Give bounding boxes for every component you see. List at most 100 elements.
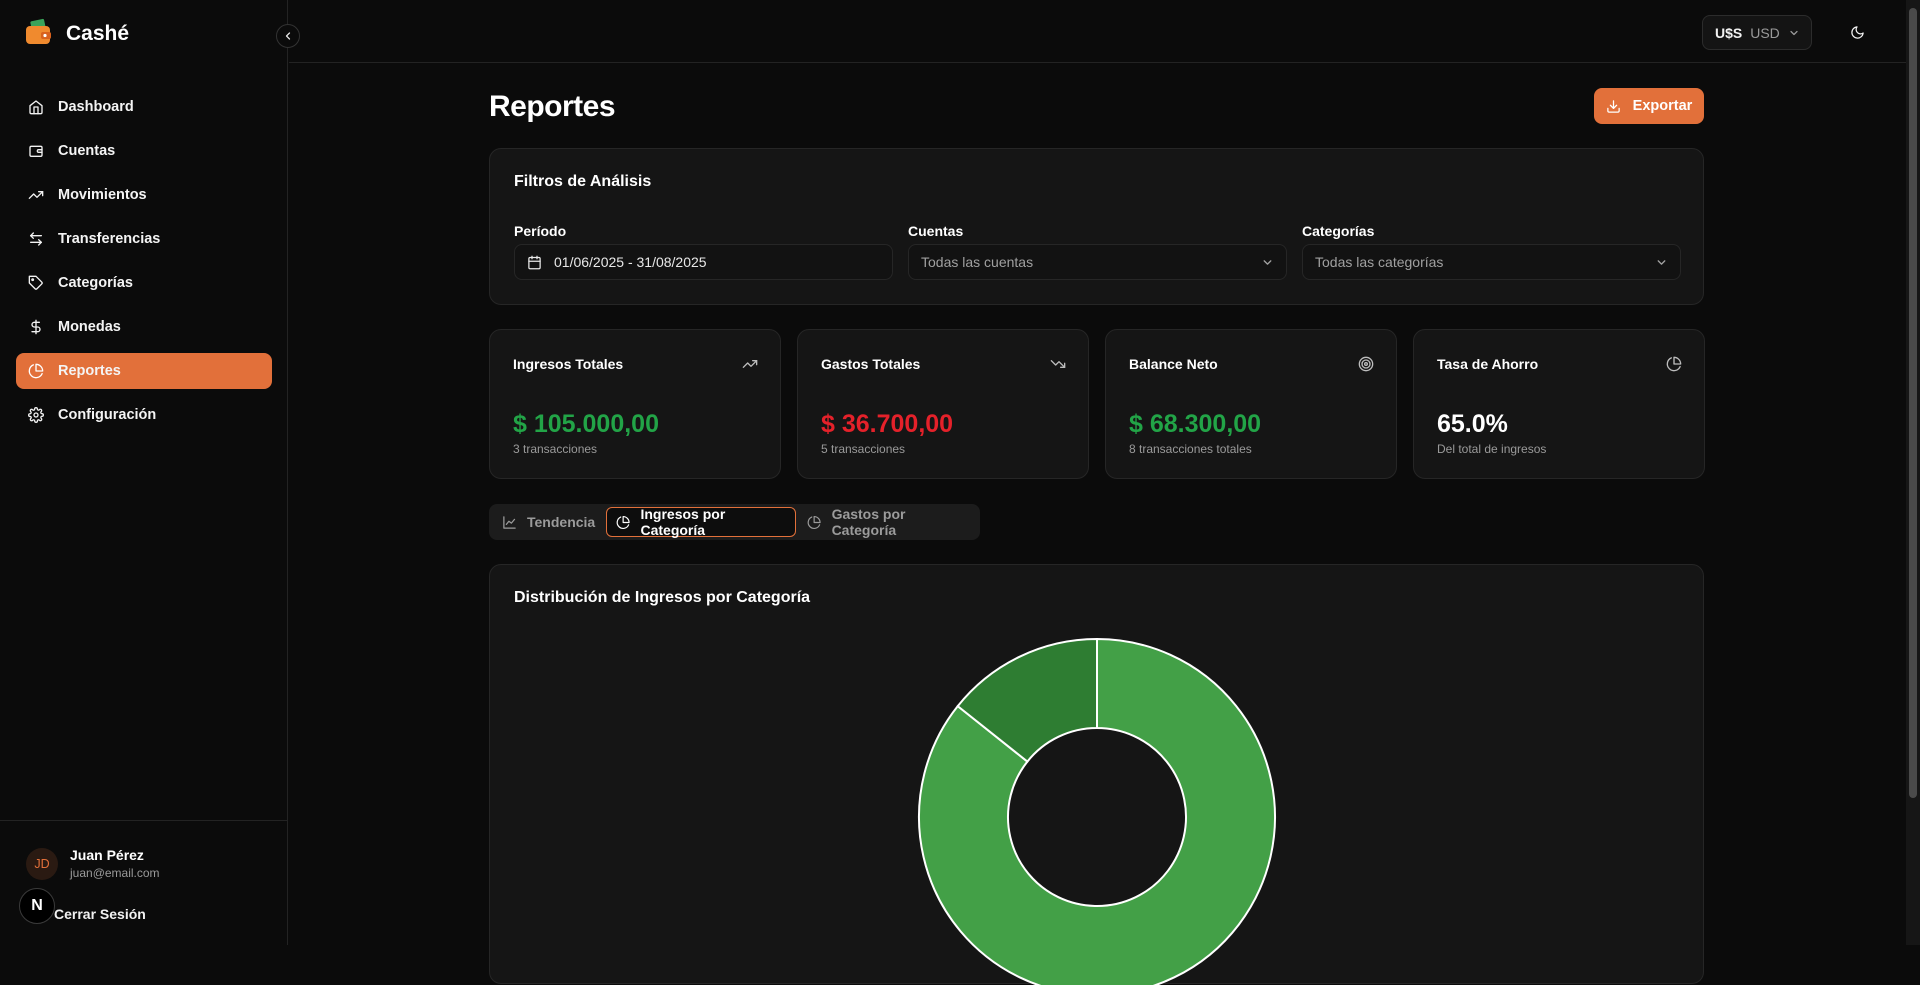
home-icon <box>29 100 43 115</box>
tab-label: Ingresos por Categoría <box>640 506 726 538</box>
user-name: Juan Pérez <box>70 847 144 863</box>
sidebar-footer: JD Juan Pérez juan@email.com Cerrar Sesi… <box>0 820 288 945</box>
sidebar-item-label: Cuentas <box>58 143 116 159</box>
line-chart-icon <box>503 515 516 529</box>
tab-label: Tendencia <box>527 514 596 530</box>
donut-chart <box>918 637 1276 985</box>
wallet-logo-icon <box>24 17 54 52</box>
accounts-label: Cuentas <box>908 223 964 239</box>
tab-label: Gastos por Categoría <box>831 506 906 538</box>
sidebar-nav: Dashboard Cuentas Movimientos Transferen… <box>16 89 272 441</box>
stat-value: 65.0% <box>1437 410 1508 438</box>
sidebar-item-label: Movimientos <box>58 187 147 203</box>
chevron-down-icon <box>1263 260 1272 265</box>
sidebar-item-transferencias[interactable]: Transferencias <box>16 221 272 257</box>
arrows-left-right-icon <box>30 232 42 246</box>
sidebar-item-label: Configuración <box>58 407 157 423</box>
categories-value: Todas las categorías <box>1315 254 1444 270</box>
scrollbar-thumb[interactable] <box>1909 8 1917 798</box>
trending-down-icon <box>1050 360 1066 368</box>
target-icon <box>1358 356 1374 372</box>
currency-selector[interactable]: U$S USD <box>1702 15 1812 50</box>
dev-tools-badge[interactable]: N <box>19 888 55 924</box>
sidebar-item-categorias[interactable]: Categorías <box>16 265 272 301</box>
stat-title: Ingresos Totales <box>513 356 624 372</box>
sidebar-item-label: Reportes <box>58 363 121 379</box>
accounts-filter: Cuentas Todas las cuentas <box>908 223 1287 280</box>
trending-up-icon <box>28 191 44 199</box>
period-filter: Período 01/06/2025 - 31/08/2025 <box>514 223 893 280</box>
categories-label: Categorías <box>1302 223 1375 239</box>
stat-card-savings-rate: Tasa de Ahorro 65.0% Del total de ingres… <box>1413 329 1705 479</box>
sidebar-item-label: Monedas <box>58 319 121 335</box>
accounts-select[interactable]: Todas las cuentas <box>908 244 1287 280</box>
sidebar-item-movimientos[interactable]: Movimientos <box>16 177 272 213</box>
pie-chart-icon <box>28 363 44 379</box>
dollar-icon <box>31 319 41 335</box>
sidebar-item-cuentas[interactable]: Cuentas <box>16 133 272 169</box>
categories-select[interactable]: Todas las categorías <box>1302 244 1681 280</box>
filters-card: Filtros de Análisis Período 01/06/2025 -… <box>489 148 1704 305</box>
sidebar-item-label: Transferencias <box>58 231 161 247</box>
collapse-sidebar-button[interactable] <box>276 24 300 48</box>
stat-title: Tasa de Ahorro <box>1437 356 1539 372</box>
stat-subtitle: Del total de ingresos <box>1437 442 1547 456</box>
report-tabs: Tendencia Ingresos por Categoría Gastos … <box>489 504 980 540</box>
sidebar-item-configuracion[interactable]: Configuración <box>16 397 272 433</box>
stat-subtitle: 5 transacciones <box>821 442 906 456</box>
date-range-value: 01/06/2025 - 31/08/2025 <box>554 254 707 270</box>
calendar-icon <box>528 255 541 269</box>
moon-icon <box>1850 25 1864 39</box>
brand[interactable]: Cashé <box>24 16 129 52</box>
stat-value: $ 105.000,00 <box>513 410 659 438</box>
download-icon <box>1606 99 1620 113</box>
categories-filter: Categorías Todas las categorías <box>1302 223 1681 280</box>
page-title: Reportes <box>489 90 616 123</box>
avatar: JD <box>26 847 58 880</box>
trending-up-icon <box>742 360 758 368</box>
stat-title: Balance Neto <box>1129 356 1218 372</box>
export-label: Exportar <box>1632 98 1693 114</box>
theme-toggle-button[interactable] <box>1845 20 1869 44</box>
stat-value: $ 36.700,00 <box>821 410 954 438</box>
page-scrollbar[interactable] <box>1906 0 1920 945</box>
tab-gastos-por-categoria[interactable]: Gastos por Categoría <box>798 506 976 538</box>
sidebar-item-reportes[interactable]: Reportes <box>16 353 272 389</box>
sidebar-item-monedas[interactable]: Monedas <box>16 309 272 345</box>
top-bar: U$S USD <box>289 0 1906 63</box>
chevron-down-icon <box>1657 260 1666 265</box>
user-email: juan@email.com <box>70 866 160 880</box>
accounts-value: Todas las cuentas <box>921 254 1034 270</box>
tab-ingresos-por-categoria[interactable]: Ingresos por Categoría <box>606 506 797 538</box>
stat-subtitle: 3 transacciones <box>513 442 598 456</box>
stat-card-income: Ingresos Totales $ 105.000,00 3 transacc… <box>489 329 781 479</box>
chevron-left-icon <box>285 32 291 40</box>
pie-chart-icon <box>616 515 630 529</box>
logout-label: Cerrar Sesión <box>54 906 146 922</box>
period-label: Período <box>514 223 567 239</box>
sidebar-item-label: Categorías <box>58 275 133 291</box>
tab-tendencia[interactable]: Tendencia <box>493 507 604 537</box>
stat-card-expenses: Gastos Totales $ 36.700,00 5 transaccion… <box>797 329 1089 479</box>
wallet-icon <box>29 145 43 157</box>
tag-icon <box>28 275 43 290</box>
user-profile[interactable]: JD Juan Pérez juan@email.com <box>26 847 160 880</box>
stat-value: $ 68.300,00 <box>1129 410 1262 438</box>
gear-icon <box>28 407 44 423</box>
filters-title: Filtros de Análisis <box>514 173 652 190</box>
stat-title: Gastos Totales <box>821 356 921 372</box>
sidebar-item-label: Dashboard <box>58 99 134 115</box>
stat-subtitle: 8 transacciones totales <box>1129 442 1252 456</box>
pie-chart-icon <box>1666 356 1682 372</box>
currency-symbol: U$S <box>1715 24 1743 41</box>
stat-card-balance: Balance Neto $ 68.300,00 8 transacciones… <box>1105 329 1397 479</box>
sidebar: Cashé Dashboard Cuentas Movimientos Tran… <box>0 0 288 945</box>
export-button[interactable]: Exportar <box>1594 88 1704 124</box>
chevron-down-icon <box>1790 30 1798 35</box>
date-range-picker[interactable]: 01/06/2025 - 31/08/2025 <box>514 244 893 280</box>
sidebar-item-dashboard[interactable]: Dashboard <box>16 89 272 125</box>
currency-code: USD <box>1750 24 1780 41</box>
pie-chart-icon <box>807 515 821 529</box>
app-name: Cashé <box>66 22 130 45</box>
income-distribution-card: Distribución de Ingresos por Categoría <box>489 564 1704 985</box>
